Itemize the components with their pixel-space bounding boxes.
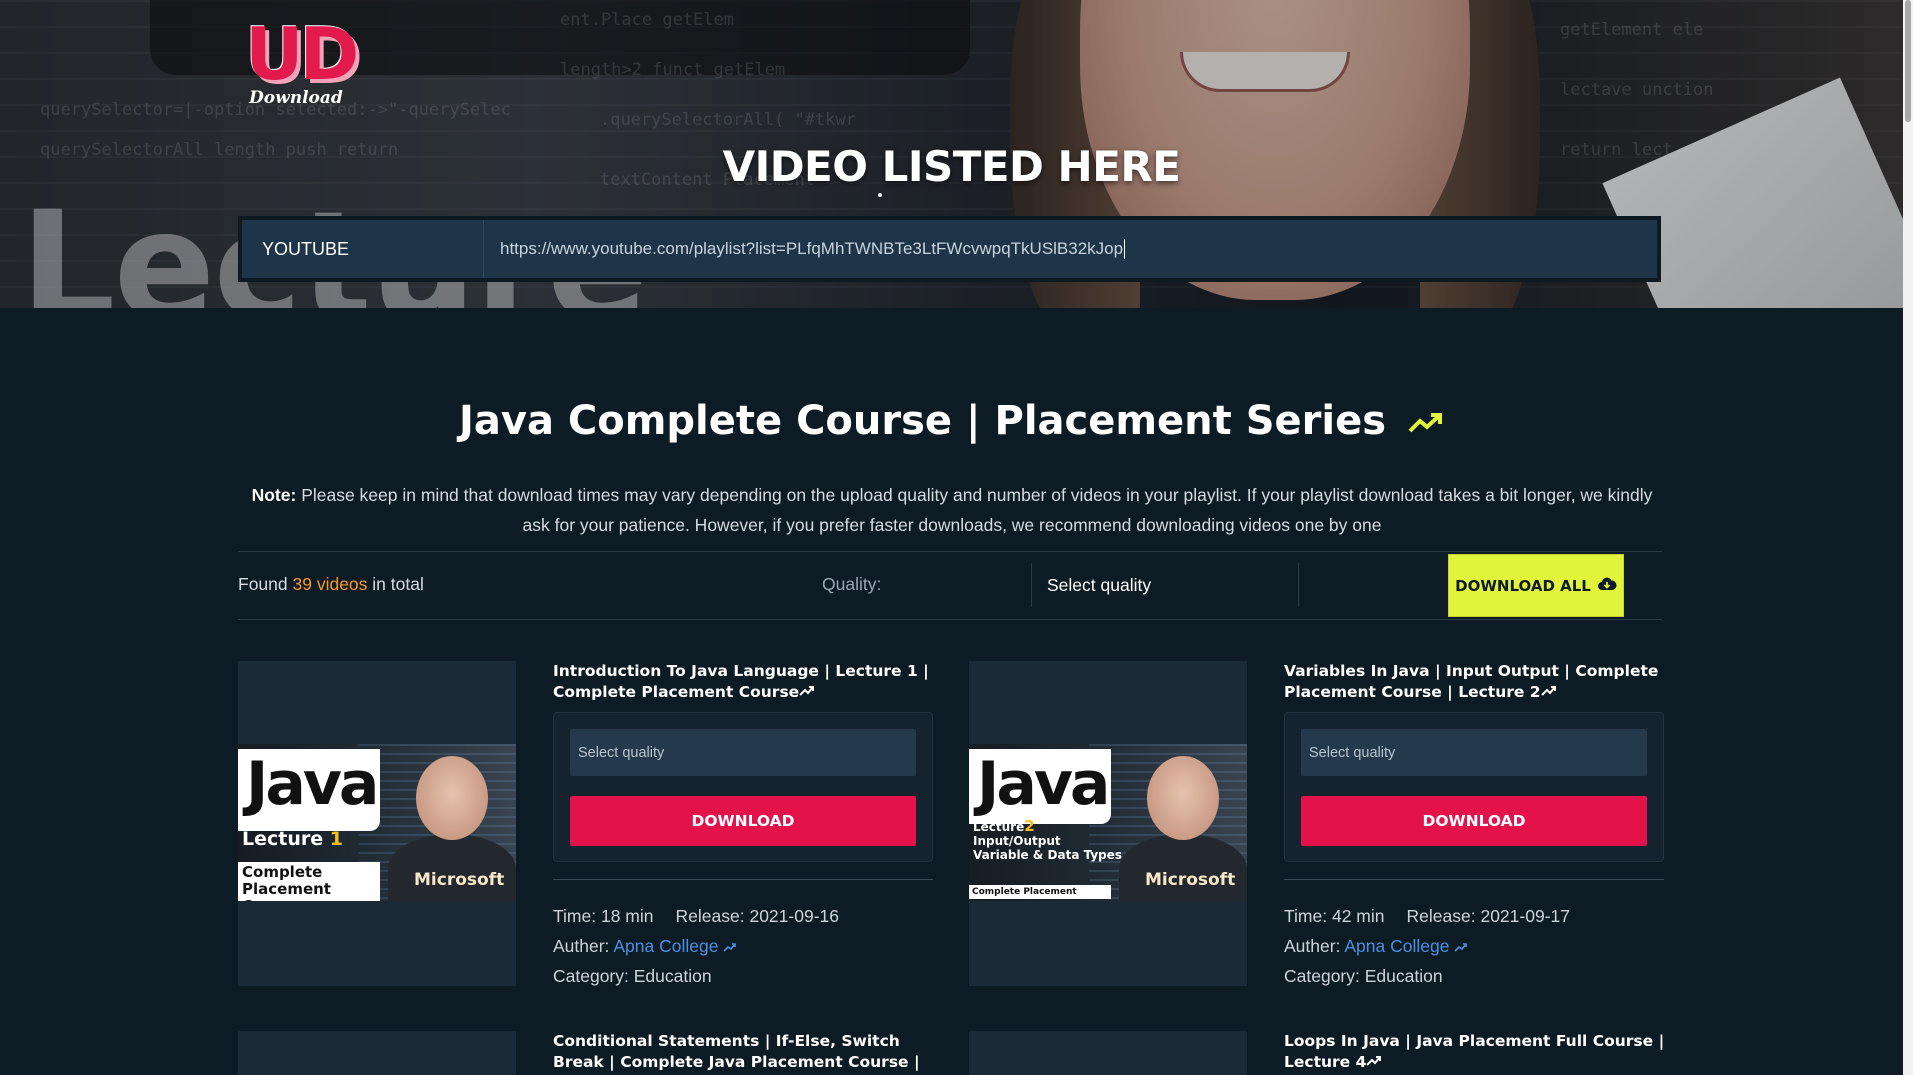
hero-title: VIDEO LISTED HERE bbox=[722, 142, 1181, 191]
site-logo[interactable]: UD Download bbox=[245, 12, 375, 110]
video-duration: 18 min bbox=[600, 906, 654, 926]
trending-up-icon bbox=[1394, 398, 1444, 444]
logo-subtext: Download bbox=[249, 88, 343, 108]
video-title[interactable]: Variables In Java | Input Output | Compl… bbox=[1284, 661, 1669, 703]
video-meta: Time: 42 min Release: 2021-09-17 Auther: … bbox=[1284, 906, 1570, 986]
video-meta: Time: 18 min Release: 2021-09-16 Auther: … bbox=[553, 906, 839, 986]
trending-up-icon bbox=[1540, 683, 1557, 701]
note-text: Please keep in mind that download times … bbox=[301, 485, 1653, 535]
trending-up-icon bbox=[799, 683, 815, 701]
page-scrollbar[interactable] bbox=[1903, 0, 1913, 1075]
download-panel: Select quality DOWNLOAD bbox=[553, 712, 933, 862]
scrollbar-thumb[interactable] bbox=[1905, 0, 1911, 122]
quality-select[interactable]: Select quality bbox=[1301, 729, 1647, 776]
download-button[interactable]: DOWNLOAD bbox=[570, 796, 916, 846]
video-title[interactable]: Introduction To Java Language | Lecture … bbox=[553, 661, 938, 703]
author-link[interactable]: Apna College bbox=[1344, 936, 1468, 956]
video-release-date: 2021-09-17 bbox=[1480, 906, 1570, 926]
download-all-label: DOWNLOAD ALL bbox=[1455, 576, 1591, 595]
quality-label: Quality: bbox=[822, 574, 882, 594]
note-label: Note: bbox=[251, 485, 297, 505]
cloud-download-icon bbox=[1597, 576, 1617, 596]
video-duration: 42 min bbox=[1331, 906, 1385, 926]
quality-select[interactable]: Select quality bbox=[570, 729, 916, 776]
download-all-button[interactable]: DOWNLOAD ALL bbox=[1448, 554, 1624, 617]
logo-mark: UD bbox=[245, 12, 359, 96]
video-count: 39 videos bbox=[292, 574, 368, 594]
download-button[interactable]: DOWNLOAD bbox=[1301, 796, 1647, 846]
playlist-toolbar: Found 39 videos in total Quality: Select… bbox=[238, 551, 1662, 620]
found-count: Found 39 videos in total bbox=[238, 574, 424, 594]
text-caret bbox=[1124, 239, 1126, 259]
global-quality-select[interactable]: Select quality bbox=[1031, 563, 1299, 607]
url-search-bar: YOUTUBE https://www.youtube.com/playlist… bbox=[238, 216, 1661, 282]
video-thumbnail[interactable]: Java Lecture 1 CompletePlacement Course … bbox=[238, 744, 516, 901]
author-link[interactable]: Apna College bbox=[613, 936, 737, 956]
divider bbox=[1284, 879, 1664, 880]
url-input-value: https://www.youtube.com/playlist?list=PL… bbox=[500, 239, 1124, 258]
url-input[interactable]: https://www.youtube.com/playlist?list=PL… bbox=[484, 220, 1657, 278]
trending-up-icon bbox=[1366, 1053, 1382, 1071]
download-panel: Select quality DOWNLOAD bbox=[1284, 712, 1664, 862]
video-thumbnail-container bbox=[969, 1031, 1247, 1075]
playlist-title: Java Complete Course | Placement Series bbox=[0, 398, 1903, 444]
divider bbox=[553, 879, 933, 880]
playlist-title-text: Java Complete Course | Placement Series bbox=[459, 398, 1387, 444]
video-title[interactable]: Conditional Statements | If-Else, Switch… bbox=[553, 1031, 938, 1075]
source-selector[interactable]: YOUTUBE bbox=[242, 220, 484, 278]
video-title[interactable]: Loops In Java | Java Placement Full Cour… bbox=[1284, 1031, 1669, 1073]
video-thumbnail-container bbox=[238, 1031, 516, 1075]
video-release-date: 2021-09-16 bbox=[749, 906, 839, 926]
download-note: Note: Please keep in mind that download … bbox=[238, 480, 1666, 540]
video-category: Education bbox=[1364, 966, 1443, 986]
video-thumbnail[interactable]: Java Lecture2 Input/Output Variable & Data… bbox=[969, 744, 1247, 901]
video-category: Education bbox=[633, 966, 712, 986]
